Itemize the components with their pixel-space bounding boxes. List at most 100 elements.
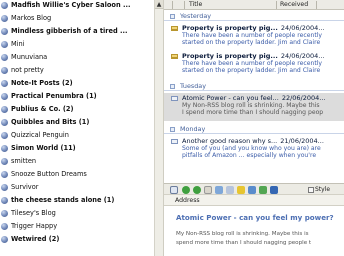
feed-item[interactable]: Publius & Co. (2)	[0, 104, 154, 115]
column-separator	[172, 1, 173, 9]
feed-label: Wetwired (2)	[11, 235, 60, 243]
group-label: Tuesday	[180, 82, 206, 90]
feed-label: Markos Blog	[11, 14, 52, 22]
feed-icon	[1, 119, 8, 126]
favorite-star-icon[interactable]	[237, 186, 245, 194]
stop-icon[interactable]	[204, 186, 212, 194]
style-menu[interactable]: Style	[315, 186, 330, 194]
refresh-icon[interactable]	[215, 186, 223, 194]
feed-label: Mini	[11, 40, 25, 48]
excerpt-line: There have been a number of people recen…	[182, 60, 323, 67]
address-bar[interactable]: Address	[164, 195, 344, 206]
feed-item[interactable]: Munuviana	[0, 52, 154, 63]
list-item[interactable]: Another good reason why s... 21/06/2004..…	[164, 136, 344, 164]
column-header-title[interactable]: Title	[189, 0, 202, 10]
feed-icon	[1, 184, 8, 191]
feed-item[interactable]: Wetwired (2)	[0, 234, 154, 245]
item-list-header: Title Received	[164, 0, 344, 10]
feed-item[interactable]: Tilesey's Blog	[0, 208, 154, 219]
read-item-icon	[171, 139, 178, 144]
feed-icon	[1, 93, 8, 100]
list-item-selected[interactable]: Atomic Power - can you feel... 22/06/2004…	[164, 93, 344, 121]
feed-icon	[1, 67, 8, 74]
group-header-monday[interactable]: Monday	[164, 125, 344, 134]
forward-icon[interactable]	[193, 186, 201, 194]
feed-item[interactable]: Mindless gibberish of a tired ...	[0, 26, 154, 37]
collapse-icon[interactable]	[170, 14, 175, 19]
feed-icon	[1, 236, 8, 243]
group-label: Yesterday	[180, 12, 212, 20]
feed-label: Practical Penumbra (1)	[11, 92, 97, 100]
preview-line: My Non-RSS blog roll is shrinking. Maybe…	[176, 231, 309, 237]
view-mode-icon[interactable]	[170, 186, 178, 194]
feed-item[interactable]: the cheese stands alone (1)	[0, 195, 154, 206]
scroll-up-icon[interactable]: ▲	[155, 0, 163, 9]
feed-item[interactable]: Simon World (11)	[0, 143, 154, 154]
feed-list-scrollbar[interactable]: ▲	[154, 0, 163, 256]
item-title: Atomic Power - can you feel...	[182, 94, 279, 102]
collapse-icon[interactable]	[170, 84, 175, 89]
feed-label: the cheese stands alone (1)	[11, 196, 115, 204]
style-dropdown-icon[interactable]	[308, 187, 314, 193]
feed-item[interactable]: Survivor	[0, 182, 154, 193]
feed-label: Snooze Button Dreams	[11, 170, 87, 178]
feed-icon	[1, 132, 8, 139]
feed-item[interactable]: not pretty	[0, 65, 154, 76]
feed-item[interactable]: Trigger Happy	[0, 221, 154, 232]
print-icon[interactable]	[226, 186, 234, 194]
excerpt-line: I spend more time than I should nagging …	[182, 109, 324, 116]
feed-icon	[1, 171, 8, 178]
feed-label: Publius & Co. (2)	[11, 105, 74, 113]
excerpt-line: started on the property ladder. Jim and …	[182, 67, 321, 74]
feed-label: Madfish Willie's Cyber Saloon ...	[11, 1, 131, 9]
feed-item[interactable]: Snooze Button Dreams	[0, 169, 154, 180]
group-header-yesterday[interactable]: Yesterday	[164, 12, 344, 21]
feed-label: Survivor	[11, 183, 39, 191]
item-received: 24/06/2004...	[280, 24, 325, 32]
feed-icon	[1, 15, 8, 22]
feed-item[interactable]: Quizzical Penguin	[0, 130, 154, 141]
forward-email-icon[interactable]	[259, 186, 267, 194]
feed-label: Quizzical Penguin	[11, 131, 69, 139]
address-label: Address	[175, 197, 200, 204]
unread-envelope-icon	[171, 26, 178, 31]
preview-toolbar: Style	[164, 183, 344, 195]
feed-icon	[1, 54, 8, 61]
item-excerpt: Some of you (and you know who you are) a…	[182, 145, 344, 159]
feed-item[interactable]: smitten	[0, 156, 154, 167]
feed-item[interactable]: Madfish Willie's Cyber Saloon ...	[0, 0, 154, 11]
blog-this-icon[interactable]	[270, 186, 278, 194]
feed-label: Note-It Posts (2)	[11, 79, 73, 87]
group-label: Monday	[180, 125, 206, 133]
feed-icon	[1, 197, 8, 204]
feed-item[interactable]: Quibbles and Bits (1)	[0, 117, 154, 128]
read-item-icon	[171, 96, 178, 101]
column-header-received[interactable]: Received	[280, 0, 308, 10]
item-received: 21/06/2004...	[280, 137, 324, 145]
excerpt-line: started on the property ladder. Jim and …	[182, 39, 321, 46]
item-received: 22/06/2004...	[281, 94, 326, 102]
excerpt-line: There have been a number of people recen…	[182, 32, 323, 39]
group-header-tuesday[interactable]: Tuesday	[164, 82, 344, 91]
feed-label: Quibbles and Bits (1)	[11, 118, 90, 126]
rss-reader-window: Madfish Willie's Cyber Saloon ... Markos…	[0, 0, 344, 256]
back-icon[interactable]	[182, 186, 190, 194]
feed-label: Tilesey's Blog	[11, 209, 56, 217]
list-item[interactable]: Property is property pig... 24/06/2004...…	[164, 51, 344, 79]
feed-icon	[1, 28, 8, 35]
search-icon[interactable]	[248, 186, 256, 194]
feed-item[interactable]: Note-It Posts (2)	[0, 78, 154, 89]
feed-label: not pretty	[11, 66, 44, 74]
feed-item[interactable]: Markos Blog	[0, 13, 154, 24]
collapse-icon[interactable]	[170, 127, 175, 132]
preview-pane: Atomic Power - can you feel my power? My…	[164, 206, 344, 256]
feed-item[interactable]: Practical Penumbra (1)	[0, 91, 154, 102]
feed-icon	[1, 145, 8, 152]
feed-icon	[1, 106, 8, 113]
preview-title[interactable]: Atomic Power - can you feel my power?	[176, 213, 334, 222]
feed-icon	[1, 80, 8, 87]
feed-label: Simon World (11)	[11, 144, 76, 152]
feed-item[interactable]: Mini	[0, 39, 154, 50]
preview-body: My Non-RSS blog roll is shrinking. Maybe…	[176, 230, 344, 248]
list-item[interactable]: Property is property pig... 24/06/2004...…	[164, 23, 344, 51]
